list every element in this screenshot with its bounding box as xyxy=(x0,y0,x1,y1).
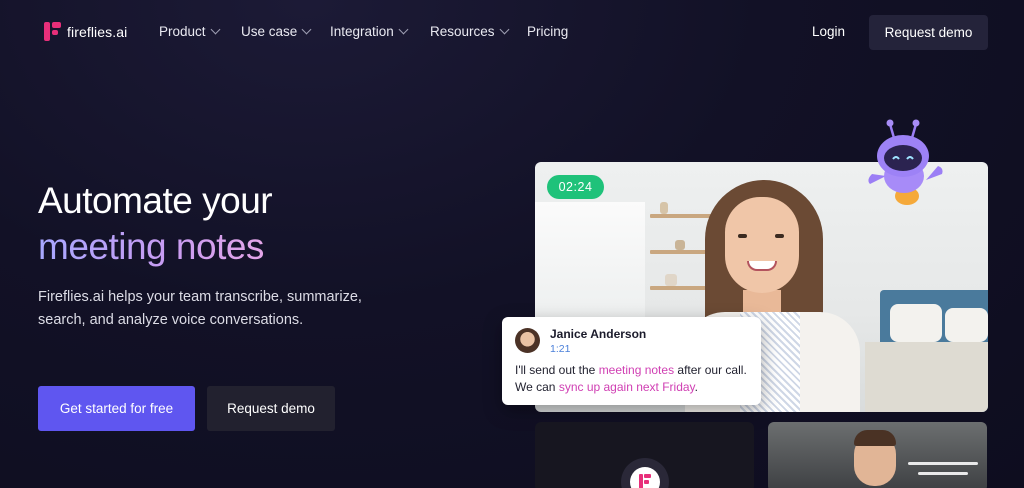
person-face xyxy=(725,197,799,293)
nav-item-label: Use case xyxy=(241,24,298,39)
recording-timer: 02:24 xyxy=(547,175,604,199)
robot-mascot-icon xyxy=(868,119,943,205)
pillow xyxy=(890,304,942,342)
shelf-decor xyxy=(660,202,668,214)
hero-title-line1: Automate your xyxy=(38,180,273,221)
person-eye xyxy=(738,234,747,238)
pillow xyxy=(945,308,988,342)
brand-logo[interactable]: fireflies.ai xyxy=(44,22,127,41)
nav-item-label: Integration xyxy=(330,24,394,39)
shelf-decor xyxy=(675,240,685,250)
request-demo-button[interactable]: Request demo xyxy=(869,15,988,50)
chat-highlight: sync up again next Friday xyxy=(558,380,695,394)
chevron-down-icon xyxy=(210,24,220,35)
ceiling-light xyxy=(918,472,968,475)
ceiling-light xyxy=(908,462,978,465)
nav-item-integration[interactable]: Integration xyxy=(330,24,409,39)
person-eye xyxy=(775,234,784,238)
shelf xyxy=(650,214,712,218)
nav-item-use-case[interactable]: Use case xyxy=(241,24,312,39)
nav-item-label: Resources xyxy=(430,24,495,39)
chevron-down-icon xyxy=(499,24,509,35)
top-navigation: fireflies.ai Product Use case Integratio… xyxy=(0,0,1024,64)
chat-timestamp[interactable]: 1:21 xyxy=(550,343,570,355)
participant-hair xyxy=(854,430,896,446)
fireflies-logo-icon xyxy=(44,22,61,41)
fireflies-logo-icon xyxy=(630,467,660,488)
nav-item-pricing[interactable]: Pricing xyxy=(527,24,568,39)
avatar xyxy=(515,328,540,353)
login-link[interactable]: Login xyxy=(812,24,845,39)
chat-message-text: I'll send out the xyxy=(515,363,599,377)
chat-message: I'll send out the meeting notes after ou… xyxy=(515,362,755,396)
chat-highlight: meeting notes xyxy=(598,363,675,377)
hero-request-demo-button[interactable]: Request demo xyxy=(207,386,335,431)
get-started-button[interactable]: Get started for free xyxy=(38,386,195,431)
nav-item-resources[interactable]: Resources xyxy=(430,24,509,39)
shelf xyxy=(650,250,712,254)
chevron-down-icon xyxy=(301,24,312,35)
chevron-down-icon xyxy=(398,24,409,35)
video-tile xyxy=(768,422,987,488)
shelf-decor xyxy=(665,274,677,286)
chat-speaker-name: Janice Anderson xyxy=(550,327,647,341)
fireflies-bot-avatar xyxy=(621,458,669,488)
hero-subtitle: Fireflies.ai helps your team transcribe,… xyxy=(38,289,362,328)
nav-item-label: Pricing xyxy=(527,24,569,39)
chat-message-text: . xyxy=(694,380,699,394)
hero-title: Automate your meeting notes xyxy=(38,178,273,270)
brand-name: fireflies.ai xyxy=(67,23,128,40)
transcript-chat-card: Janice Anderson 1:21 I'll send out the m… xyxy=(502,317,761,405)
shelf xyxy=(650,286,712,290)
hero-title-line2: meeting notes xyxy=(38,224,272,270)
blanket xyxy=(865,342,988,412)
video-tile xyxy=(535,422,754,488)
nav-item-product[interactable]: Product xyxy=(159,24,220,39)
nav-item-label: Product xyxy=(159,24,206,39)
